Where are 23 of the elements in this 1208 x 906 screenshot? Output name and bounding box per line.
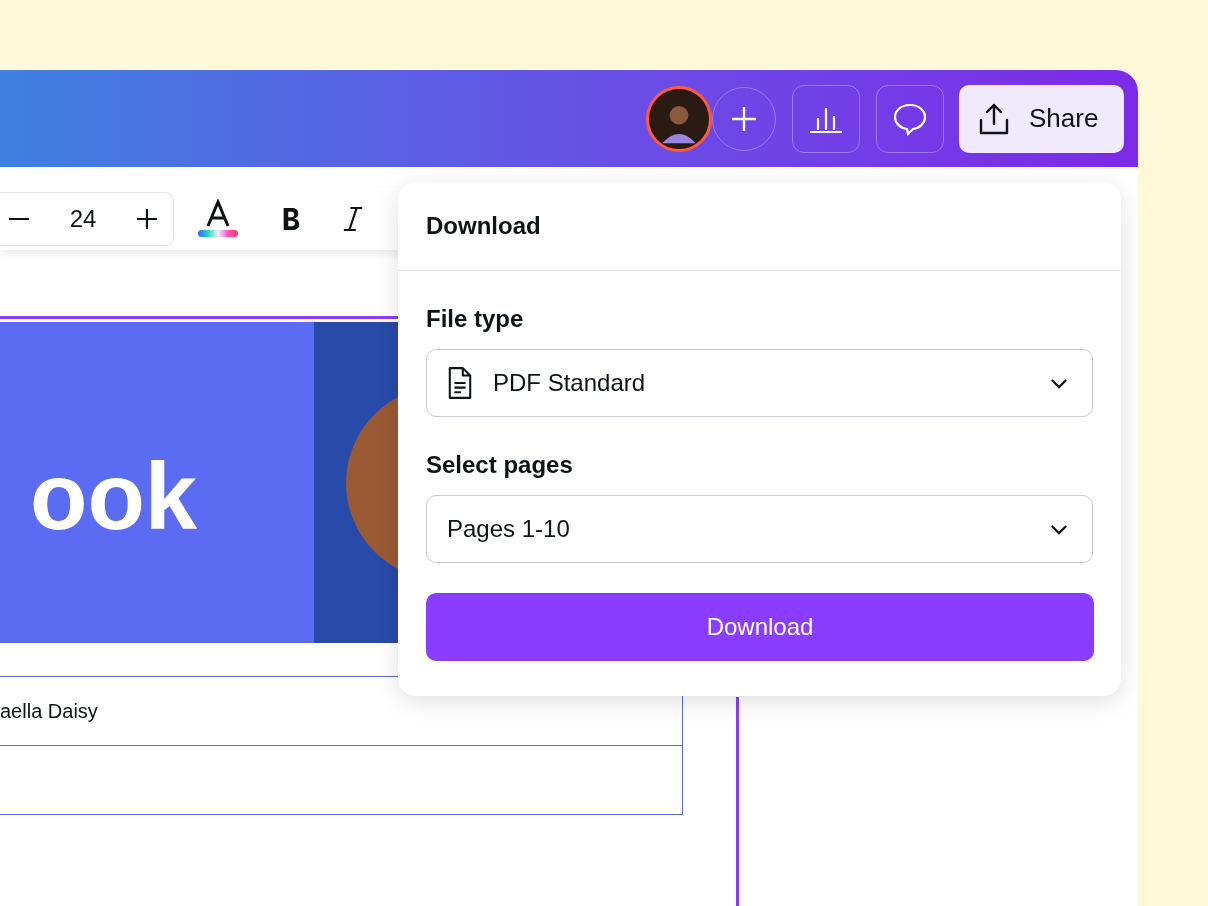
speech-bubble-icon (892, 101, 928, 136)
minus-icon (7, 217, 31, 221)
share-button[interactable]: Share (959, 84, 1124, 153)
field-label: File type (426, 305, 524, 333)
chevron-down-icon (1050, 377, 1068, 389)
decrease-button[interactable] (7, 217, 31, 221)
document-icon (447, 366, 473, 400)
font-size-value[interactable]: 24 (69, 205, 97, 233)
panel-title: Download (426, 212, 541, 240)
author-text: aella Daisy (0, 699, 98, 723)
chevron-down-icon (1050, 523, 1068, 535)
upload-icon (977, 101, 1011, 136)
text-color-icon[interactable] (196, 199, 240, 239)
file-type-dropdown[interactable]: PDF Standard (426, 349, 1093, 417)
italic-icon[interactable] (342, 206, 364, 232)
analytics-button[interactable] (792, 84, 860, 153)
comment-button[interactable] (876, 84, 944, 153)
headline-text: ook (30, 444, 198, 549)
increase-button[interactable] (135, 207, 159, 231)
download-button[interactable]: Download (426, 593, 1094, 661)
field-label: Select pages (426, 451, 573, 479)
pages-dropdown[interactable]: Pages 1-10 (426, 495, 1093, 563)
plus-icon (135, 207, 159, 231)
